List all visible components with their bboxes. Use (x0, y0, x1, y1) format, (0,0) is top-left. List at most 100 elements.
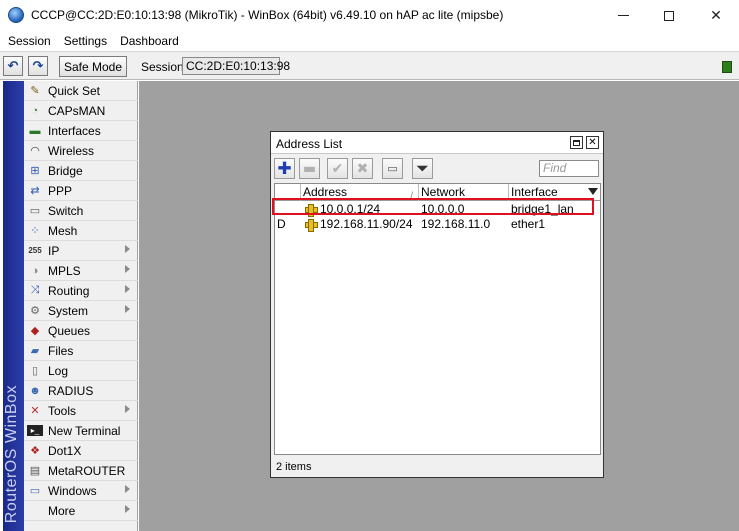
sidebar-item-label: Mesh (48, 223, 78, 238)
wand-icon: ✎ (30, 85, 40, 97)
submenu-arrow-icon (125, 305, 130, 313)
minimize-button[interactable] (600, 0, 646, 31)
sidebar-item-mpls[interactable]: ◑ MPLS (24, 261, 138, 281)
address-list-close-button[interactable]: ✕ (586, 136, 599, 149)
sidebar-item-new-terminal[interactable]: ▸_ New Terminal (24, 421, 138, 441)
winbox-app-icon (8, 7, 24, 23)
sidebar-item-label: Interfaces (48, 123, 101, 138)
sidebar-item-label: Switch (48, 203, 84, 218)
sidebar-item-label: Bridge (48, 163, 83, 178)
mpls-icon: ◑ (31, 264, 39, 277)
address-plus-icon (305, 219, 318, 232)
columns-dropdown-icon[interactable] (588, 188, 598, 195)
close-button[interactable]: ✕ (693, 0, 739, 31)
sidebar-item-metarouter[interactable]: ▤ MetaROUTER (24, 461, 138, 481)
routing-icon: ⤨ (30, 284, 40, 296)
address-list-maximize-button[interactable] (570, 136, 583, 149)
column-header-interface[interactable]: Interface (509, 184, 589, 201)
sidebar-item-label: More (48, 503, 76, 518)
sidebar-item-label: System (48, 303, 89, 318)
submenu-arrow-icon (125, 245, 130, 253)
redo-icon: ↷ (32, 58, 44, 74)
column-header-flag[interactable] (275, 184, 301, 201)
address-list-titlebar[interactable]: Address List ✕ (271, 132, 603, 154)
sidebar-item-label: Tools (48, 403, 77, 418)
find-input[interactable]: Find (539, 160, 599, 177)
sidebar-item-windows[interactable]: ▭ Windows (24, 481, 138, 501)
sidebar-item-label: CAPsMAN (48, 103, 106, 118)
enable-button[interactable]: ✔ (327, 158, 348, 179)
wireless-icon: ◠ (30, 145, 40, 157)
address-list-window: Address List ✕ ✚ ▬ ✔ ✖ ▭ ⏷ Find Address … (270, 131, 604, 478)
window-title: CCCP@CC:2D:E0:10:13:98 (MikroTik) - WinB… (31, 8, 504, 22)
comment-icon: ▭ (387, 162, 398, 175)
sidebar-item-dot1x[interactable]: ❖ Dot1X (24, 441, 138, 461)
more-spacer (27, 503, 43, 519)
minus-icon: ▬ (302, 160, 317, 177)
undo-button[interactable]: ↶ (3, 56, 23, 76)
sidebar-item-files[interactable]: ▰ Files (24, 341, 138, 361)
brand-text: RouterOS WinBox (3, 384, 20, 523)
sidebar-item-mesh[interactable]: ⁘ Mesh (24, 221, 138, 241)
menu-settings[interactable]: Settings (64, 34, 107, 48)
filter-button[interactable]: ⏷ (412, 158, 433, 179)
row-network: 192.168.11.0 (421, 217, 491, 231)
session-field[interactable]: CC:2D:E0:10:13:98 (182, 57, 290, 75)
sidebar-item-wireless[interactable]: ◠ Wireless (24, 141, 138, 161)
row-flag (277, 202, 299, 217)
address-list-title: Address List (276, 137, 343, 151)
safe-mode-button[interactable]: Safe Mode (59, 56, 127, 77)
redo-button[interactable]: ↷ (28, 56, 48, 76)
sidebar-item-log[interactable]: ▯ Log (24, 361, 138, 381)
sidebar-item-label: PPP (48, 183, 73, 198)
sidebar-item-interfaces[interactable]: ▬ Interfaces (24, 121, 138, 141)
submenu-arrow-icon (125, 485, 130, 493)
row-address: 10.0.0.1/24 (320, 202, 381, 216)
sidebar-item-label: IP (48, 243, 60, 258)
disable-button[interactable]: ✖ (352, 158, 373, 179)
sidebar-item-routing[interactable]: ⤨ Routing (24, 281, 138, 301)
sidebar-item-bridge[interactable]: ⊞ Bridge (24, 161, 138, 181)
sidebar-item-ppp[interactable]: ⇄ PPP (24, 181, 138, 201)
sidebar-item-radius[interactable]: ☻ RADIUS (24, 381, 138, 401)
remove-button[interactable]: ▬ (299, 158, 320, 179)
column-header-address[interactable]: Address / (301, 184, 419, 201)
menu-dashboard[interactable]: Dashboard (120, 34, 179, 48)
sidebar-item-more[interactable]: More (24, 501, 138, 521)
table-row[interactable]: 10.0.0.1/24 10.0.0.0 bridge1_lan (275, 202, 600, 217)
sidebar-item-quick-set[interactable]: ✎ Quick Set (24, 81, 138, 101)
row-address: 192.168.11.90/24 (320, 217, 413, 231)
row-network: 10.0.0.0 (421, 202, 465, 216)
row-interface: bridge1_lan (511, 202, 574, 216)
brand-strip: RouterOS WinBox (3, 81, 24, 531)
metarouter-icon: ▤ (29, 465, 41, 477)
plus-icon: ✚ (277, 158, 292, 179)
row-interface: ether1 (511, 217, 546, 231)
window-titlebar: CCCP@CC:2D:E0:10:13:98 (MikroTik) - WinB… (0, 0, 739, 31)
windows-icon: ▭ (29, 485, 41, 497)
sidebar-item-tools[interactable]: ✕ Tools (24, 401, 138, 421)
menu-bar: Session Settings Dashboard (0, 31, 739, 51)
close-icon: ✕ (710, 7, 722, 24)
sidebar-item-label: Windows (48, 483, 97, 498)
sidebar-item-ip[interactable]: 255 IP (24, 241, 138, 261)
terminal-icon: ▸_ (27, 425, 43, 436)
sidebar-item-switch[interactable]: ▭ Switch (24, 201, 138, 221)
sidebar-item-system[interactable]: ⚙ System (24, 301, 138, 321)
add-button[interactable]: ✚ (274, 158, 295, 179)
maximize-button[interactable] (646, 0, 692, 31)
sidebar-item-label: Wireless (48, 143, 95, 158)
maximize-icon (664, 10, 674, 21)
dot1x-icon: ❖ (30, 445, 40, 457)
submenu-arrow-icon (125, 505, 130, 513)
address-plus-icon (305, 204, 318, 217)
sidebar-item-capsman[interactable]: ◔ CAPsMAN (24, 101, 138, 121)
menu-session[interactable]: Session (8, 34, 51, 48)
funnel-icon: ⏷ (416, 160, 429, 177)
column-header-network[interactable]: Network (419, 184, 509, 201)
sidebar-item-queues[interactable]: ◆ Queues (24, 321, 138, 341)
table-row[interactable]: D 192.168.11.90/24 192.168.11.0 ether1 (275, 217, 600, 232)
column-header-label: Address (303, 185, 348, 199)
comment-button[interactable]: ▭ (382, 158, 403, 179)
sidebar-item-label: Files (48, 343, 74, 358)
